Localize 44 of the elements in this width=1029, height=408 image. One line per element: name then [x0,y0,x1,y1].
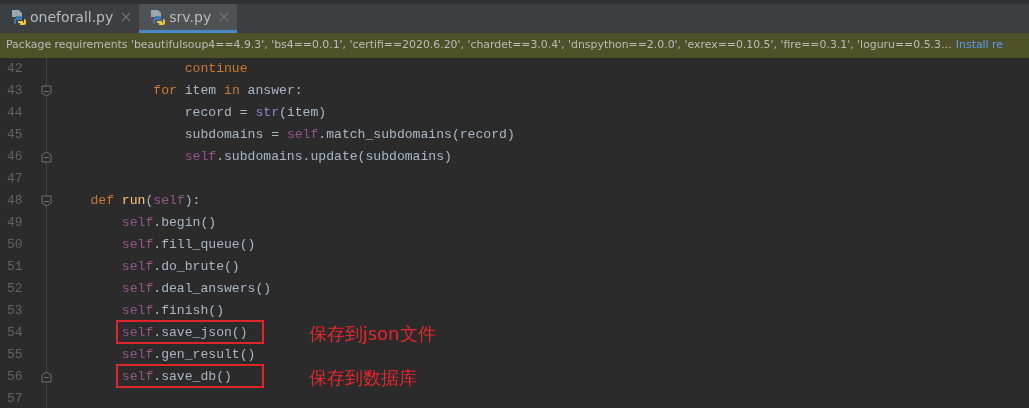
python-file-icon [149,9,166,25]
line-number: 46 [6,148,24,167]
close-icon[interactable] [219,12,230,22]
line-number: 48 [6,192,24,211]
close-icon[interactable] [121,12,132,22]
fold-icon[interactable] [41,151,52,163]
line-number: 43 [6,82,24,101]
fold-icon[interactable] [41,371,52,383]
line-number: 50 [6,236,24,255]
code-line: self.finish() [120,302,224,320]
line-number: 47 [6,170,24,189]
code-line: continue [183,60,248,78]
code-line: self.save_db() [120,368,232,386]
fold-icon[interactable] [41,85,52,97]
annotation-note: 保存到数据库 [308,365,417,390]
code-line: self.fill_queue() [120,236,256,254]
line-number: 45 [6,126,24,145]
code-line: self.begin() [120,214,217,232]
code-line: self.deal_answers() [120,280,272,298]
code-line: self.subdomains.update(subdomains) [183,148,452,166]
fold-icon[interactable] [41,195,52,207]
line-number: 44 [6,104,24,123]
file-tab[interactable]: oneforall.py [0,4,140,33]
code-line: self.gen_result() [120,346,256,364]
code-line: record = str(item) [183,104,327,122]
line-number: 52 [6,280,24,299]
install-link[interactable]: Install re [955,37,1004,54]
line-number: 49 [6,214,24,233]
line-number: 42 [6,60,24,79]
code-line: subdomains = self.match_subdomains(record) [183,126,515,144]
line-number: 51 [6,258,24,277]
code-line: self.do_brute() [120,258,240,276]
code-line: self.save_json() [120,324,248,342]
line-number: 56 [6,368,24,387]
code-line: def run(self): [89,192,201,210]
file-tab[interactable]: srv.py [139,4,238,33]
line-number: 54 [6,324,24,343]
annotation-note: 保存到json文件 [308,321,436,346]
code-line: for item in answer: [152,82,303,100]
line-number: 55 [6,346,24,365]
python-file-icon [10,9,26,25]
line-number: 53 [6,302,24,321]
line-number: 57 [6,390,24,408]
banner-message: Package requirements 'beautifulsoup4==4.9.3', 'bs4==0.0.1', 'certifi==2020.6.20', 'chardet==3.0.4', 'dnspython==2.0.0', 'exrex==0.10.5', 'fire==0.3.1', 'loguru==0.5.3… [6,37,952,54]
